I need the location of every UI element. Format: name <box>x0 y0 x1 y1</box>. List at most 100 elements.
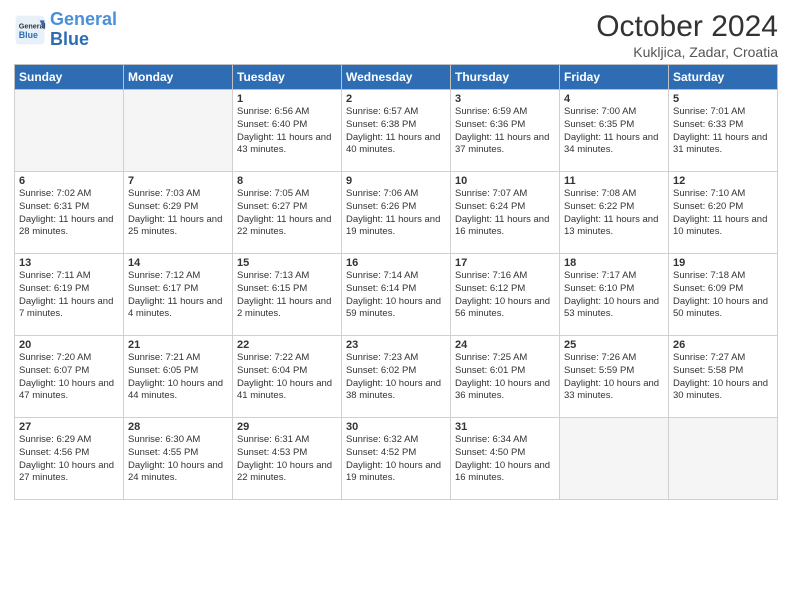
day-number: 22 <box>237 339 337 351</box>
day-info: Sunrise: 7:16 AMSunset: 6:12 PMDaylight:… <box>455 270 555 321</box>
daylight-text: Daylight: 11 hours and 40 minutes. <box>346 132 446 158</box>
sunrise-text: Sunrise: 6:32 AM <box>346 434 446 447</box>
day-info: Sunrise: 7:05 AMSunset: 6:27 PMDaylight:… <box>237 188 337 239</box>
weekday-header-tuesday: Tuesday <box>233 65 342 90</box>
calendar-cell: 26Sunrise: 7:27 AMSunset: 5:58 PMDayligh… <box>669 336 778 418</box>
calendar-cell: 6Sunrise: 7:02 AMSunset: 6:31 PMDaylight… <box>15 172 124 254</box>
daylight-text: Daylight: 11 hours and 37 minutes. <box>455 132 555 158</box>
sunset-text: Sunset: 6:33 PM <box>673 119 773 132</box>
day-info: Sunrise: 7:22 AMSunset: 6:04 PMDaylight:… <box>237 352 337 403</box>
day-info: Sunrise: 7:02 AMSunset: 6:31 PMDaylight:… <box>19 188 119 239</box>
day-info: Sunrise: 7:23 AMSunset: 6:02 PMDaylight:… <box>346 352 446 403</box>
sunset-text: Sunset: 6:20 PM <box>673 201 773 214</box>
day-number: 26 <box>673 339 773 351</box>
calendar-cell: 31Sunrise: 6:34 AMSunset: 4:50 PMDayligh… <box>451 418 560 500</box>
sunrise-text: Sunrise: 7:12 AM <box>128 270 228 283</box>
daylight-text: Daylight: 10 hours and 53 minutes. <box>564 296 664 322</box>
sunset-text: Sunset: 6:07 PM <box>19 365 119 378</box>
day-number: 27 <box>19 421 119 433</box>
sunrise-text: Sunrise: 7:05 AM <box>237 188 337 201</box>
sunset-text: Sunset: 6:24 PM <box>455 201 555 214</box>
daylight-text: Daylight: 11 hours and 4 minutes. <box>128 296 228 322</box>
daylight-text: Daylight: 11 hours and 19 minutes. <box>346 214 446 240</box>
daylight-text: Daylight: 10 hours and 50 minutes. <box>673 296 773 322</box>
sunrise-text: Sunrise: 7:00 AM <box>564 106 664 119</box>
day-info: Sunrise: 7:07 AMSunset: 6:24 PMDaylight:… <box>455 188 555 239</box>
calendar-cell: 20Sunrise: 7:20 AMSunset: 6:07 PMDayligh… <box>15 336 124 418</box>
sunset-text: Sunset: 5:58 PM <box>673 365 773 378</box>
day-number: 2 <box>346 93 446 105</box>
weekday-header-wednesday: Wednesday <box>342 65 451 90</box>
calendar-cell <box>124 90 233 172</box>
sunrise-text: Sunrise: 7:02 AM <box>19 188 119 201</box>
day-info: Sunrise: 7:08 AMSunset: 6:22 PMDaylight:… <box>564 188 664 239</box>
sunrise-text: Sunrise: 6:59 AM <box>455 106 555 119</box>
day-number: 9 <box>346 175 446 187</box>
calendar-cell: 22Sunrise: 7:22 AMSunset: 6:04 PMDayligh… <box>233 336 342 418</box>
sunrise-text: Sunrise: 6:30 AM <box>128 434 228 447</box>
calendar-cell: 13Sunrise: 7:11 AMSunset: 6:19 PMDayligh… <box>15 254 124 336</box>
day-number: 14 <box>128 257 228 269</box>
daylight-text: Daylight: 11 hours and 34 minutes. <box>564 132 664 158</box>
calendar-cell: 29Sunrise: 6:31 AMSunset: 4:53 PMDayligh… <box>233 418 342 500</box>
daylight-text: Daylight: 11 hours and 28 minutes. <box>19 214 119 240</box>
calendar-cell: 7Sunrise: 7:03 AMSunset: 6:29 PMDaylight… <box>124 172 233 254</box>
calendar-cell: 4Sunrise: 7:00 AMSunset: 6:35 PMDaylight… <box>560 90 669 172</box>
day-number: 1 <box>237 93 337 105</box>
calendar-cell: 17Sunrise: 7:16 AMSunset: 6:12 PMDayligh… <box>451 254 560 336</box>
logo-general: General <box>50 9 117 29</box>
day-info: Sunrise: 7:21 AMSunset: 6:05 PMDaylight:… <box>128 352 228 403</box>
daylight-text: Daylight: 10 hours and 36 minutes. <box>455 378 555 404</box>
daylight-text: Daylight: 10 hours and 27 minutes. <box>19 460 119 486</box>
logo: General Blue General Blue <box>14 10 117 50</box>
logo-icon: General Blue <box>14 14 46 46</box>
sunrise-text: Sunrise: 7:18 AM <box>673 270 773 283</box>
logo-text: General Blue <box>50 10 117 50</box>
day-info: Sunrise: 7:20 AMSunset: 6:07 PMDaylight:… <box>19 352 119 403</box>
sunset-text: Sunset: 6:17 PM <box>128 283 228 296</box>
day-number: 18 <box>564 257 664 269</box>
location: Kukljica, Zadar, Croatia <box>596 44 778 60</box>
day-info: Sunrise: 6:34 AMSunset: 4:50 PMDaylight:… <box>455 434 555 485</box>
day-number: 3 <box>455 93 555 105</box>
daylight-text: Daylight: 10 hours and 30 minutes. <box>673 378 773 404</box>
daylight-text: Daylight: 10 hours and 47 minutes. <box>19 378 119 404</box>
day-info: Sunrise: 6:59 AMSunset: 6:36 PMDaylight:… <box>455 106 555 157</box>
sunset-text: Sunset: 6:01 PM <box>455 365 555 378</box>
daylight-text: Daylight: 10 hours and 56 minutes. <box>455 296 555 322</box>
calendar-cell: 21Sunrise: 7:21 AMSunset: 6:05 PMDayligh… <box>124 336 233 418</box>
sunrise-text: Sunrise: 6:31 AM <box>237 434 337 447</box>
calendar-cell: 3Sunrise: 6:59 AMSunset: 6:36 PMDaylight… <box>451 90 560 172</box>
calendar-table: SundayMondayTuesdayWednesdayThursdayFrid… <box>14 64 778 500</box>
sunset-text: Sunset: 6:04 PM <box>237 365 337 378</box>
sunset-text: Sunset: 6:31 PM <box>19 201 119 214</box>
daylight-text: Daylight: 10 hours and 41 minutes. <box>237 378 337 404</box>
day-info: Sunrise: 7:12 AMSunset: 6:17 PMDaylight:… <box>128 270 228 321</box>
sunset-text: Sunset: 6:10 PM <box>564 283 664 296</box>
daylight-text: Daylight: 11 hours and 25 minutes. <box>128 214 228 240</box>
daylight-text: Daylight: 11 hours and 2 minutes. <box>237 296 337 322</box>
week-row-0: 1Sunrise: 6:56 AMSunset: 6:40 PMDaylight… <box>15 90 778 172</box>
calendar-cell <box>669 418 778 500</box>
day-info: Sunrise: 7:27 AMSunset: 5:58 PMDaylight:… <box>673 352 773 403</box>
sunrise-text: Sunrise: 7:17 AM <box>564 270 664 283</box>
sunrise-text: Sunrise: 7:14 AM <box>346 270 446 283</box>
sunrise-text: Sunrise: 7:13 AM <box>237 270 337 283</box>
calendar-cell: 12Sunrise: 7:10 AMSunset: 6:20 PMDayligh… <box>669 172 778 254</box>
sunrise-text: Sunrise: 7:08 AM <box>564 188 664 201</box>
sunset-text: Sunset: 4:56 PM <box>19 447 119 460</box>
daylight-text: Daylight: 10 hours and 22 minutes. <box>237 460 337 486</box>
sunset-text: Sunset: 6:02 PM <box>346 365 446 378</box>
day-number: 16 <box>346 257 446 269</box>
day-info: Sunrise: 7:18 AMSunset: 6:09 PMDaylight:… <box>673 270 773 321</box>
sunset-text: Sunset: 6:35 PM <box>564 119 664 132</box>
day-info: Sunrise: 7:03 AMSunset: 6:29 PMDaylight:… <box>128 188 228 239</box>
sunrise-text: Sunrise: 7:27 AM <box>673 352 773 365</box>
week-row-4: 27Sunrise: 6:29 AMSunset: 4:56 PMDayligh… <box>15 418 778 500</box>
day-number: 23 <box>346 339 446 351</box>
daylight-text: Daylight: 11 hours and 31 minutes. <box>673 132 773 158</box>
sunset-text: Sunset: 6:26 PM <box>346 201 446 214</box>
daylight-text: Daylight: 11 hours and 43 minutes. <box>237 132 337 158</box>
weekday-header-monday: Monday <box>124 65 233 90</box>
weekday-header-sunday: Sunday <box>15 65 124 90</box>
